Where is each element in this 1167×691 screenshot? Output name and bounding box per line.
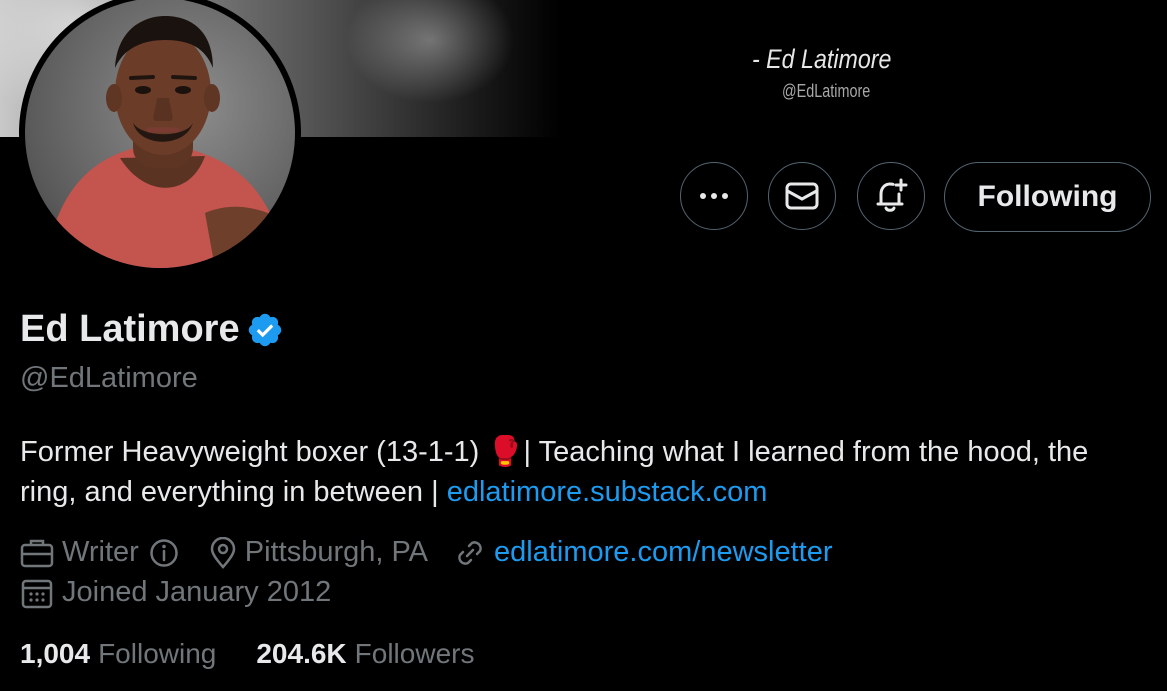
location-item: Pittsburgh, PA (209, 536, 428, 569)
following-button[interactable]: Following (944, 162, 1151, 232)
followers-count: 204.6K (256, 638, 347, 669)
profile-bio: Former Heavyweight boxer (13-1-1) 🥊| Tea… (20, 432, 1150, 512)
link-icon (458, 540, 482, 565)
avatar[interactable] (19, 0, 301, 274)
following-count: 1,004 (20, 638, 91, 669)
banner-quote-attribution: - Ed Latimore (752, 44, 892, 74)
verified-badge-icon[interactable] (246, 311, 284, 349)
website-link[interactable]: edlatimore.com/newsletter (494, 536, 832, 569)
more-button[interactable] (680, 162, 748, 230)
location-label: Pittsburgh, PA (244, 536, 429, 568)
profile-joined-row: Joined January 2012 (20, 576, 351, 609)
message-button[interactable] (768, 162, 836, 230)
profile-meta-row: Writer Pittsburgh, PA edlatimore.com/new… (20, 536, 853, 569)
website-item: edlatimore.com/newsletter (454, 536, 833, 569)
joined-item: Joined January 2012 (20, 576, 331, 609)
following-stat[interactable]: 1,004 Following (20, 638, 216, 670)
banner-quote-handle: @EdLatimore (782, 81, 871, 101)
bell-plus-icon (876, 178, 908, 212)
profession-label: Writer (62, 536, 139, 568)
info-icon[interactable] (149, 538, 179, 568)
joined-label: Joined January 2012 (62, 576, 332, 608)
more-icon (700, 193, 728, 199)
calendar-icon (21, 579, 53, 608)
location-pin-icon (210, 536, 236, 569)
briefcase-icon (20, 539, 54, 567)
profile-handle: @EdLatimore (20, 362, 198, 394)
bio-link[interactable]: edlatimore.substack.com (447, 476, 768, 508)
following-stat-label: Following (98, 638, 217, 669)
boxing-glove-emoji: 🥊 (487, 436, 524, 468)
display-name: Ed Latimore (20, 308, 240, 350)
profile-name-row: Ed Latimore (20, 308, 284, 351)
avatar-portrait (45, 16, 295, 268)
followers-stat[interactable]: 204.6K Followers (256, 638, 474, 670)
followers-stat-label: Followers (354, 638, 475, 669)
profile-stats: 1,004 Following 204.6K Followers (20, 638, 514, 670)
notifications-button[interactable] (857, 162, 925, 230)
bio-text-1: Former Heavyweight boxer (13-1-1) (20, 436, 488, 468)
envelope-icon (785, 182, 819, 210)
avatar-photo (25, 0, 295, 268)
profession-item: Writer (20, 536, 179, 569)
